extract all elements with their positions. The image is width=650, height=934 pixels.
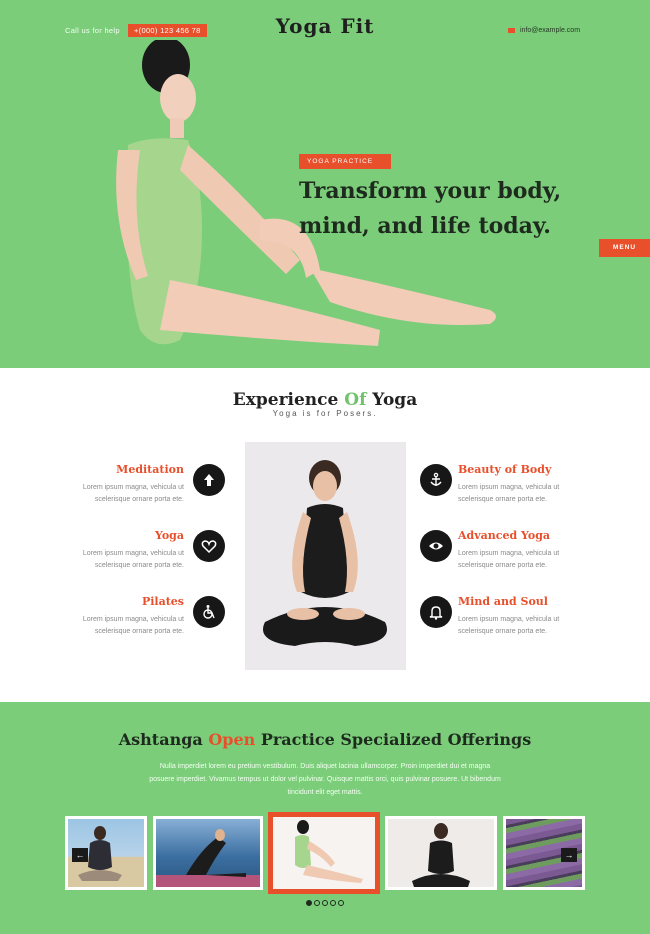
feature-title: Beauty of Body bbox=[458, 463, 552, 476]
carousel-next-button[interactable]: → bbox=[561, 848, 577, 862]
experience-title-part: Yoga bbox=[366, 390, 418, 410]
hero-tag: YOGA PRACTICE bbox=[299, 154, 391, 169]
feature-title: Mind and Soul bbox=[458, 595, 548, 608]
email-link[interactable]: info@example.com bbox=[508, 27, 580, 34]
feature-text: Lorem ipsum magna, vehicula ut scelerisq… bbox=[82, 616, 184, 635]
pagination-dot[interactable] bbox=[338, 900, 344, 906]
menu-button[interactable]: MENU bbox=[599, 239, 650, 257]
gallery-thumb[interactable] bbox=[153, 816, 263, 890]
feature-advanced-yoga: Advanced Yoga Lorem ipsum magna, vehicul… bbox=[458, 529, 576, 572]
offerings-title-accent: Open bbox=[208, 730, 256, 749]
gallery-image-meditation bbox=[388, 819, 494, 887]
gallery-image-sitting bbox=[273, 817, 375, 889]
experience-subtitle: Yoga is for Posers. bbox=[272, 409, 378, 418]
site-logo[interactable]: Yoga Fit bbox=[0, 14, 650, 38]
carousel-pagination bbox=[0, 900, 650, 906]
feature-title: Meditation bbox=[116, 463, 184, 476]
pagination-dot[interactable] bbox=[322, 900, 328, 906]
pagination-dot[interactable] bbox=[314, 900, 320, 906]
hero-headline: Transform your body, mind, and life toda… bbox=[299, 178, 562, 239]
bell-icon bbox=[420, 596, 452, 628]
anchor-icon bbox=[420, 464, 452, 496]
gallery-thumb[interactable] bbox=[385, 816, 497, 890]
feature-text: Lorem ipsum magna, vehicula ut scelerisq… bbox=[82, 550, 184, 569]
feature-text: Lorem ipsum magna, vehicula ut scelerisq… bbox=[458, 616, 560, 635]
hero-section: Call us for help +(000) 123 456 78 Yoga … bbox=[0, 0, 650, 368]
carousel-prev-button[interactable]: ← bbox=[72, 848, 88, 862]
wheelchair-icon bbox=[193, 596, 225, 628]
experience-title-part: Experience bbox=[232, 390, 345, 410]
feature-text: Lorem ipsum magna, vehicula ut scelerisq… bbox=[458, 484, 560, 503]
eye-icon bbox=[420, 530, 452, 562]
gallery-image-sea bbox=[156, 819, 260, 887]
feature-text: Lorem ipsum magna, vehicula ut scelerisq… bbox=[82, 484, 184, 503]
feature-meditation: Meditation Lorem ipsum magna, vehicula u… bbox=[66, 463, 184, 506]
feature-beauty-of-body: Beauty of Body Lorem ipsum magna, vehicu… bbox=[458, 463, 576, 506]
offerings-title: Ashtanga Open Practice Specialized Offer… bbox=[0, 730, 650, 749]
experience-title-accent: Of bbox=[344, 390, 367, 410]
feature-yoga: Yoga Lorem ipsum magna, vehicula ut scel… bbox=[66, 529, 184, 572]
offerings-description: Nulla imperdiet lorem eu pretium vestibu… bbox=[149, 763, 501, 796]
experience-title: Experience Of Yoga bbox=[0, 390, 650, 410]
feature-title: Advanced Yoga bbox=[458, 529, 551, 542]
pagination-dot[interactable] bbox=[330, 900, 336, 906]
heart-icon bbox=[193, 530, 225, 562]
feature-title: Pilates bbox=[141, 595, 184, 608]
offerings-section: Ashtanga Open Practice Specialized Offer… bbox=[0, 702, 650, 934]
meditation-photo bbox=[245, 442, 406, 670]
email-text: info@example.com bbox=[520, 27, 581, 34]
feature-pilates: Pilates Lorem ipsum magna, vehicula ut s… bbox=[66, 595, 184, 638]
feature-mind-and-soul: Mind and Soul Lorem ipsum magna, vehicul… bbox=[458, 595, 576, 638]
feature-title: Yoga bbox=[154, 529, 184, 542]
arrow-up-icon bbox=[193, 464, 225, 496]
offerings-title-part: Practice Specialized Offerings bbox=[255, 730, 532, 749]
offerings-title-part: Ashtanga bbox=[118, 730, 209, 749]
feature-text: Lorem ipsum magna, vehicula ut scelerisq… bbox=[458, 550, 560, 569]
envelope-icon bbox=[508, 27, 515, 33]
gallery-thumb-active[interactable] bbox=[268, 812, 380, 894]
pagination-dot[interactable] bbox=[306, 900, 312, 906]
